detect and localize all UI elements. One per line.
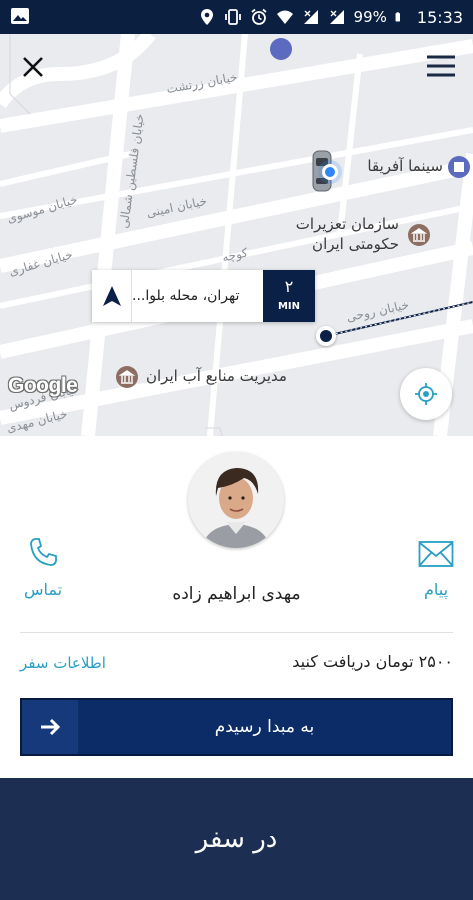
government-poi-icon[interactable] bbox=[408, 224, 430, 246]
google-logo: Google bbox=[8, 374, 78, 397]
poi-tazirat[interactable]: سازمان تعزیرات حکومتی ایران bbox=[296, 214, 399, 254]
signal-icon-2 bbox=[329, 10, 344, 24]
fare-text: ۲۵۰۰ تومان دریافت کنید bbox=[292, 652, 453, 671]
map-pin-icon[interactable] bbox=[270, 38, 292, 60]
divider bbox=[20, 632, 453, 633]
close-button[interactable] bbox=[20, 54, 46, 80]
trip-info-link[interactable]: اطلاعات سفر bbox=[20, 654, 106, 672]
poi-cinema-africa[interactable]: سینما آفریقا bbox=[367, 156, 443, 176]
eta-minutes: ۲ bbox=[284, 277, 294, 296]
driver-photo bbox=[188, 452, 284, 548]
navigate-button[interactable] bbox=[92, 270, 132, 322]
wifi-icon bbox=[276, 10, 293, 24]
vibrate-icon bbox=[224, 9, 241, 25]
cinema-poi-icon[interactable] bbox=[448, 156, 470, 178]
pickup-address: تهران، محله بلوا... bbox=[132, 288, 240, 304]
alarm-icon bbox=[250, 8, 267, 25]
clock: 15:33 bbox=[416, 7, 463, 27]
poi-tazirat-line1: سازمان تعزیرات bbox=[295, 215, 399, 233]
arrived-at-origin-button[interactable]: به مبدا رسیدم bbox=[20, 698, 453, 756]
navigation-arrow-icon bbox=[102, 286, 121, 306]
location-icon bbox=[200, 9, 213, 25]
eta-bubble[interactable]: تهران، محله بلوا... ۲ MIN bbox=[92, 270, 315, 322]
water-poi-icon[interactable] bbox=[116, 366, 138, 388]
arrow-right-icon bbox=[41, 718, 61, 736]
phone-icon bbox=[30, 538, 57, 566]
battery-icon bbox=[395, 12, 400, 22]
arrive-button-label: به مبدا رسیدم bbox=[214, 717, 315, 737]
driver-name: مهدی ابراهیم زاده bbox=[172, 584, 301, 604]
envelope-icon bbox=[418, 541, 454, 567]
pickup-marker bbox=[316, 326, 336, 346]
arrive-arrow-box bbox=[22, 700, 78, 754]
crosshair-icon bbox=[415, 383, 437, 405]
eta-unit: MIN bbox=[277, 301, 301, 312]
eta-box: ۲ MIN bbox=[263, 270, 315, 322]
gallery-notification-icon bbox=[11, 8, 29, 24]
poi-tazirat-line2: حکومتی ایران bbox=[312, 235, 399, 253]
poi-water-management[interactable]: مدیریت منابع آب ایران bbox=[146, 366, 287, 386]
map-view[interactable]: خیابان زرتشت خیابان فلسطین شمالی خیابان … bbox=[0, 34, 473, 436]
driver-avatar bbox=[188, 452, 284, 548]
signal-icon bbox=[303, 10, 318, 24]
menu-button[interactable] bbox=[425, 52, 457, 80]
close-icon bbox=[23, 57, 43, 77]
current-location-dot bbox=[322, 164, 338, 180]
battery-percent: 99% bbox=[353, 8, 387, 26]
hamburger-icon bbox=[427, 55, 455, 77]
trip-status-footer: در سفر bbox=[0, 778, 473, 900]
status-bar: 99% 15:33 bbox=[0, 0, 473, 34]
my-location-button[interactable] bbox=[400, 368, 452, 420]
trip-status-title: در سفر bbox=[195, 824, 278, 854]
driver-sheet: تماس پیام مهدی ابراهیم زاده ۲۵۰۰ تومان د… bbox=[0, 436, 473, 778]
